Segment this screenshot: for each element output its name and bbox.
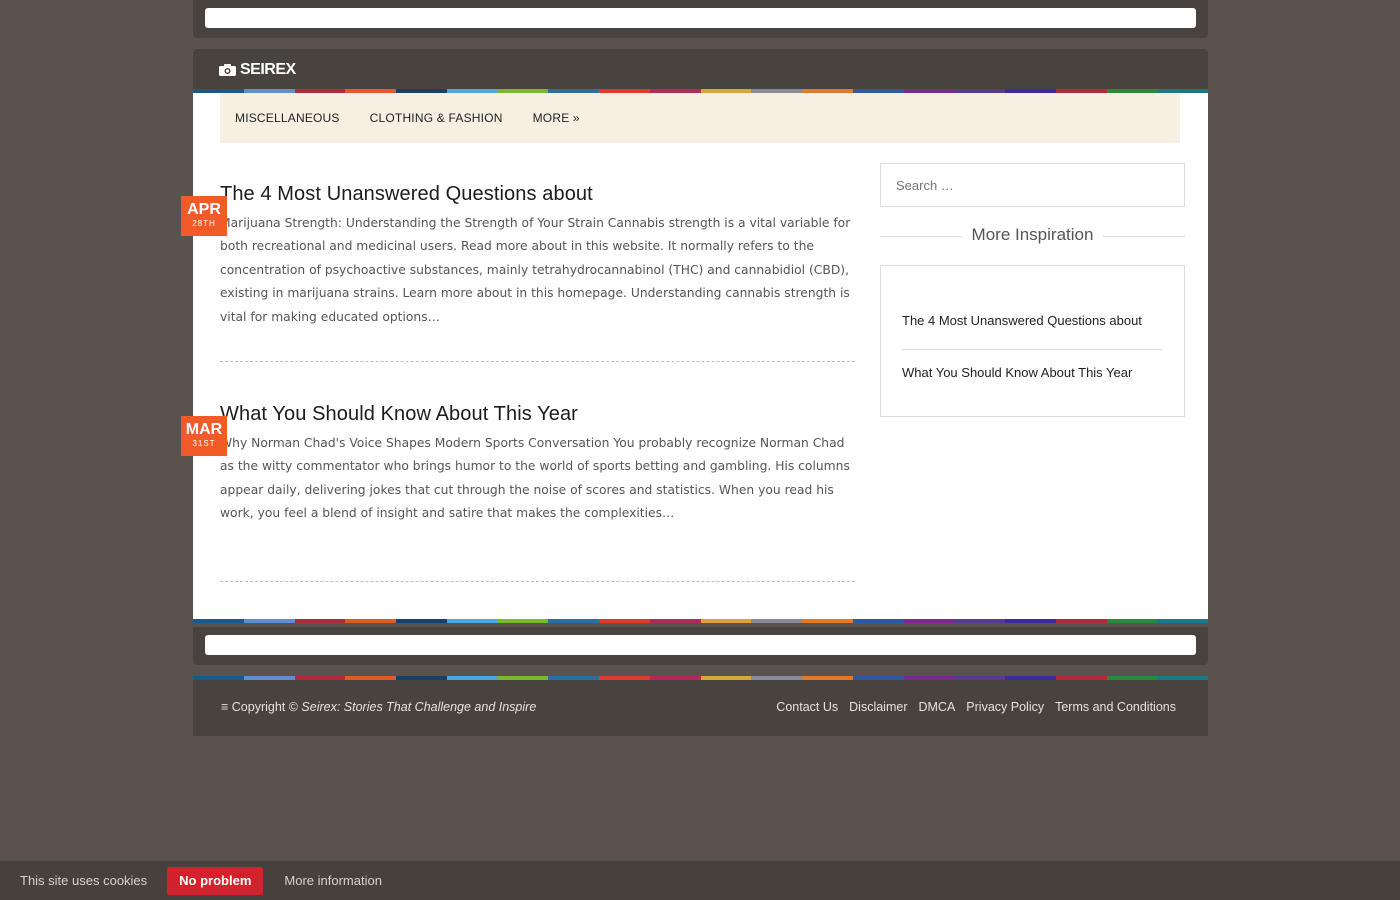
date-day: 28TH xyxy=(192,219,216,228)
stripe-segment xyxy=(954,676,1005,680)
stripe-segment xyxy=(649,619,701,623)
stripe-segment xyxy=(751,619,802,623)
stripe-segment xyxy=(852,676,904,680)
stripe-segment xyxy=(954,619,1005,623)
stripe-segment xyxy=(903,676,955,680)
top-bar xyxy=(193,0,1208,38)
post-item: APR 28TH The 4 Most Unanswered Questions… xyxy=(181,183,855,329)
footer-link-contact-us[interactable]: Contact Us xyxy=(776,700,838,714)
site-logo[interactable]: SEIREX xyxy=(219,61,296,79)
search-input[interactable] xyxy=(880,163,1185,207)
copyright-site-name: Seirex: Stories That Challenge and Inspi… xyxy=(301,700,537,714)
stripe-segment xyxy=(193,619,244,623)
bottom-banner-slot xyxy=(205,635,1196,655)
footer-link-privacy-policy[interactable]: Privacy Policy xyxy=(966,700,1044,714)
post-title[interactable]: What You Should Know About This Year xyxy=(220,403,855,426)
recent-post-link[interactable]: The 4 Most Unanswered Questions about xyxy=(902,313,1162,328)
stripe-segment xyxy=(700,619,752,623)
widget-title-text: More Inspiration xyxy=(961,225,1104,244)
site-footer: ≡ Copyright © Seirex: Stories That Chall… xyxy=(193,676,1208,736)
post-excerpt: Marijuana Strength: Understanding the St… xyxy=(220,216,851,324)
recent-post-link[interactable]: What You Should Know About This Year xyxy=(902,365,1162,380)
date-badge: APR 28TH xyxy=(181,196,227,236)
stripe-segment xyxy=(802,676,853,680)
logo-text: SEIREX xyxy=(240,61,296,78)
stripe-segment xyxy=(446,619,498,623)
date-day: 31ST xyxy=(192,439,216,448)
stripe-segment xyxy=(1055,676,1107,680)
post-divider xyxy=(220,361,855,362)
copyright: ≡ Copyright © Seirex: Stories That Chall… xyxy=(221,700,536,714)
stripe-segment xyxy=(1005,619,1056,623)
bottom-bar xyxy=(193,627,1208,665)
site-header: SEIREX xyxy=(193,49,1208,93)
nav-item-clothing-fashion[interactable]: CLOTHING & FASHION xyxy=(370,111,503,125)
nav-item-miscellaneous[interactable]: MISCELLANEOUS xyxy=(235,111,340,125)
stripe-segment xyxy=(396,676,447,680)
stripe-segment xyxy=(446,676,498,680)
date-badge: MAR 31ST xyxy=(181,416,227,456)
stripe-segment xyxy=(852,619,904,623)
main-nav: MISCELLANEOUS CLOTHING & FASHION MORE » xyxy=(220,93,1180,143)
stripe-segment xyxy=(243,676,295,680)
stripe-segment xyxy=(903,619,955,623)
widget-title: More Inspiration xyxy=(880,225,1185,247)
stripe-segment xyxy=(294,619,346,623)
main-content: MISCELLANEOUS CLOTHING & FASHION MORE » … xyxy=(181,93,1208,623)
post-divider xyxy=(220,581,855,582)
stripe-segment xyxy=(1055,619,1107,623)
stripe-segment xyxy=(243,619,295,623)
stripe-segment xyxy=(345,619,396,623)
stripe-segment xyxy=(548,619,599,623)
stripe-segment xyxy=(1157,676,1208,680)
cookie-accept-button[interactable]: No problem xyxy=(167,866,264,895)
color-stripe xyxy=(193,676,1208,680)
cookie-more-info-link[interactable]: More information xyxy=(284,873,382,888)
stripe-segment xyxy=(345,676,396,680)
recent-posts-widget: The 4 Most Unanswered Questions about Wh… xyxy=(880,265,1185,417)
stripe-segment xyxy=(294,676,346,680)
camera-icon xyxy=(219,64,236,76)
stripe-segment xyxy=(548,676,599,680)
footer-links: Contact Us Disclaimer DMCA Privacy Polic… xyxy=(776,700,1176,714)
stripe-segment xyxy=(1106,676,1158,680)
stripe-segment xyxy=(1005,676,1056,680)
post-item: MAR 31ST What You Should Know About This… xyxy=(181,403,855,526)
stripe-segment xyxy=(700,676,752,680)
cookie-bar: This site uses cookies No problem More i… xyxy=(0,861,1400,900)
footer-link-disclaimer[interactable]: Disclaimer xyxy=(849,700,907,714)
stripe-segment xyxy=(751,676,802,680)
footer-link-terms[interactable]: Terms and Conditions xyxy=(1055,700,1176,714)
stripe-segment xyxy=(802,619,853,623)
cookie-text: This site uses cookies xyxy=(20,873,148,888)
nav-item-more[interactable]: MORE » xyxy=(533,111,580,125)
widget-divider xyxy=(902,349,1162,350)
stripe-segment xyxy=(497,676,549,680)
post-title[interactable]: The 4 Most Unanswered Questions about xyxy=(220,183,855,206)
top-banner-slot xyxy=(205,8,1196,28)
stripe-segment xyxy=(1157,619,1208,623)
stripe-segment xyxy=(1106,619,1158,623)
stripe-segment xyxy=(193,676,244,680)
copyright-prefix: ≡ Copyright © xyxy=(221,700,302,714)
date-month: APR xyxy=(187,201,221,218)
footer-link-dmca[interactable]: DMCA xyxy=(918,700,955,714)
stripe-segment xyxy=(497,619,549,623)
stripe-segment xyxy=(599,676,650,680)
date-month: MAR xyxy=(185,421,223,438)
stripe-segment xyxy=(599,619,650,623)
stripe-segment xyxy=(396,619,447,623)
color-stripe xyxy=(193,619,1208,623)
post-excerpt: Why Norman Chad's Voice Shapes Modern Sp… xyxy=(220,436,850,521)
stripe-segment xyxy=(649,676,701,680)
